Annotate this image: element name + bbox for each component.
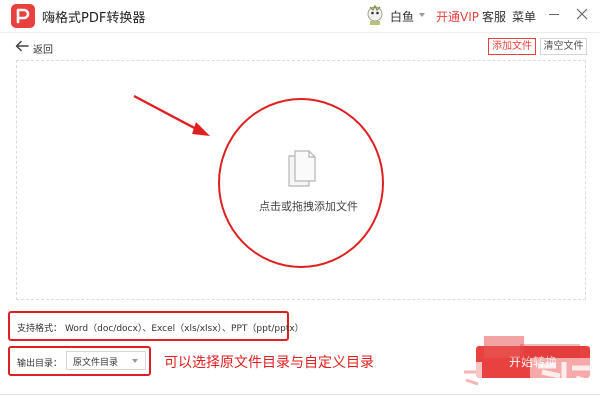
title-bar: 嗨格式PDF转换器 白鱼 开通VIP 客服 菜单 — [0, 0, 600, 32]
clear-files-button[interactable]: 清空文件 — [540, 38, 587, 55]
app-logo — [11, 4, 35, 28]
bottom-divider — [0, 394, 600, 395]
app-title: 嗨格式PDF转换器 — [42, 11, 146, 26]
annotation-text: 可以选择原文件目录与自定义目录 — [164, 355, 374, 371]
start-convert-button[interactable]: 开始转换 — [476, 346, 590, 378]
open-vip-link[interactable]: 开通VIP — [436, 8, 479, 25]
pdf-logo-icon — [16, 8, 30, 24]
formats-value: Word（doc/docx）、Excel（xls/xlsx）、PPT（ppt/p… — [65, 324, 304, 334]
user-name[interactable]: 白鱼 — [390, 8, 414, 25]
chevron-down-icon[interactable] — [132, 359, 138, 363]
menu-link[interactable]: 菜单 — [512, 8, 536, 25]
formats-label: 支持格式： — [17, 324, 63, 334]
minimize-icon[interactable] — [549, 14, 559, 15]
customer-service-link[interactable]: 客服 — [482, 8, 506, 25]
add-file-button[interactable]: 添加文件 — [488, 38, 536, 55]
annotation-circle — [218, 98, 384, 268]
close-icon[interactable] — [576, 8, 588, 20]
user-menu-caret-icon[interactable] — [419, 13, 425, 17]
output-dir-value: 原文件目录 — [73, 358, 119, 368]
title-divider — [0, 32, 600, 33]
avatar[interactable] — [364, 3, 386, 27]
back-arrow-icon[interactable] — [15, 40, 29, 52]
back-link[interactable]: 返回 — [33, 41, 53, 56]
output-dir-label: 输出目录： — [17, 359, 63, 369]
annotation-arrow-icon — [133, 94, 210, 136]
output-dir-select[interactable]: 原文件目录 — [66, 351, 146, 370]
